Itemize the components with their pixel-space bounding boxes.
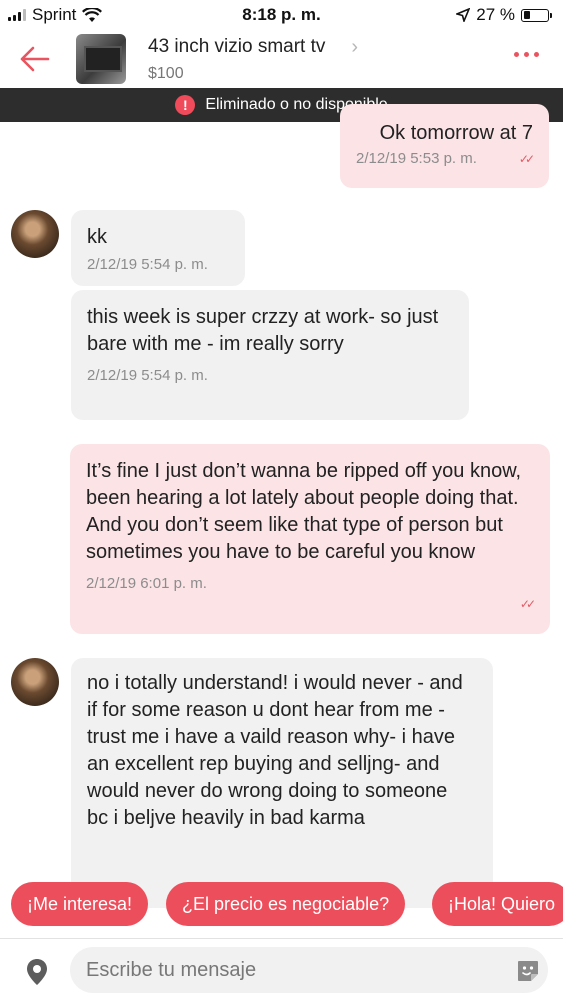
message-incoming[interactable]: this week is super crzzy at work- so jus… bbox=[71, 290, 469, 420]
message-incoming[interactable]: kk 2/12/19 5:54 p. m. bbox=[71, 210, 245, 286]
avatar[interactable] bbox=[11, 210, 59, 258]
listing-price: $100 bbox=[148, 64, 184, 82]
quick-reply-chip[interactable]: ¡Hola! Quiero bbox=[432, 882, 563, 926]
battery-percent: 27 % bbox=[476, 5, 515, 24]
message-text: this week is super crzzy at work- so jus… bbox=[87, 306, 439, 355]
message-timestamp: 2/12/19 5:53 p. m. bbox=[356, 150, 477, 167]
message-timestamp: 2/12/19 5:54 p. m. bbox=[87, 256, 208, 273]
quick-reply-chip[interactable]: ¿El precio es negociable? bbox=[166, 882, 406, 926]
status-bar: Sprint 8:18 p. m. 27 % bbox=[0, 0, 563, 30]
back-button[interactable] bbox=[0, 30, 70, 88]
message-incoming[interactable]: no i totally understand! i would never -… bbox=[71, 658, 493, 908]
back-arrow-icon bbox=[20, 46, 50, 72]
signal-icon bbox=[8, 9, 26, 21]
chat-header: 43 inch vizio smart tv › $100 bbox=[0, 30, 563, 88]
chevron-right-icon: › bbox=[351, 35, 359, 58]
message-text: no i totally understand! i would never -… bbox=[87, 672, 463, 829]
sticker-icon[interactable] bbox=[515, 958, 541, 989]
double-check-icon: ✓✓ bbox=[518, 152, 535, 166]
location-pin-icon[interactable] bbox=[22, 957, 52, 992]
message-timestamp: 2/12/19 6:01 p. m. bbox=[86, 575, 207, 592]
message-outgoing[interactable]: Ok tomorrow at 7 2/12/19 5:53 p. m. ✓✓ bbox=[340, 104, 549, 188]
message-timestamp: 2/12/19 5:54 p. m. bbox=[87, 367, 208, 384]
avatar[interactable] bbox=[11, 658, 59, 706]
more-dots-icon[interactable] bbox=[514, 52, 539, 57]
location-arrow-icon bbox=[456, 8, 471, 22]
double-check-icon: ✓✓ bbox=[519, 597, 536, 611]
listing-info[interactable]: 43 inch vizio smart tv › $100 bbox=[148, 36, 358, 83]
alert-icon: ! bbox=[175, 95, 196, 115]
listing-title: 43 inch vizio smart tv bbox=[148, 36, 326, 57]
composer bbox=[0, 938, 563, 1000]
battery-icon bbox=[521, 8, 552, 22]
listing-thumbnail[interactable] bbox=[76, 34, 126, 84]
message-text: kk bbox=[87, 226, 107, 248]
message-text: Ok tomorrow at 7 bbox=[379, 122, 533, 144]
message-input[interactable] bbox=[70, 947, 548, 993]
wifi-icon bbox=[82, 7, 103, 22]
message-outgoing[interactable]: It’s fine I just don’t wanna be ripped o… bbox=[70, 444, 550, 634]
message-text: It’s fine I just don’t wanna be ripped o… bbox=[86, 460, 522, 563]
carrier-label: Sprint bbox=[32, 5, 77, 24]
quick-reply-chip[interactable]: ¡Me interesa! bbox=[11, 882, 149, 926]
quick-replies: ¡Me interesa! ¿El precio es negociable? … bbox=[0, 882, 563, 928]
